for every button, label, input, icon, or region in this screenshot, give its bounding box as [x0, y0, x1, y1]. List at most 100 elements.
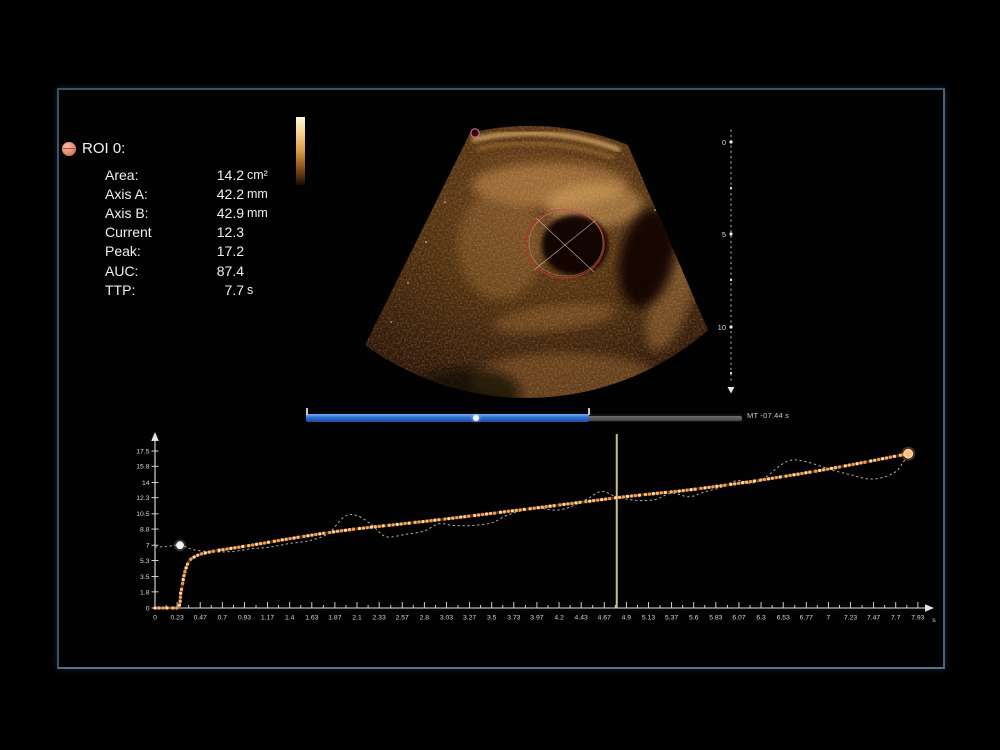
roi-row-label: AUC:: [105, 263, 200, 279]
roi-row-auc: AUC:87.4: [105, 261, 275, 280]
depth-cursor-arrow-icon: [728, 387, 735, 394]
roi-row-label: TTP:: [105, 282, 200, 298]
svg-text:17.5: 17.5: [136, 448, 149, 455]
roi-panel-header: ROI 0:: [62, 140, 125, 157]
screen: ROI 0: Area:14.2cm² Axis A:42.2mm Axis B…: [0, 0, 1000, 750]
roi-row-label: Peak:: [105, 243, 200, 259]
end-point-marker[interactable]: [901, 447, 915, 461]
roi-row-value: 14.2: [200, 167, 244, 183]
roi-measurements-panel: Area:14.2cm² Axis A:42.2mm Axis B:42.9mm…: [105, 165, 275, 299]
svg-text:6.07: 6.07: [732, 615, 745, 622]
svg-text:12.3: 12.3: [136, 495, 149, 502]
svg-text:3.5: 3.5: [140, 574, 150, 581]
roi-row-value: 7.7: [200, 282, 244, 298]
roi-row-ttp: TTP:7.7s: [105, 280, 275, 299]
svg-text:2.1: 2.1: [352, 615, 362, 622]
svg-text:3.5: 3.5: [487, 615, 497, 622]
svg-text:3.73: 3.73: [507, 615, 520, 622]
time-intensity-chart: s00.230.470.70.931.171.41.631.872.12.332…: [128, 426, 970, 650]
svg-text:4.9: 4.9: [622, 615, 632, 622]
depth-label-10: 10: [718, 323, 726, 332]
svg-text:6.53: 6.53: [777, 615, 790, 622]
svg-text:3.03: 3.03: [440, 615, 453, 622]
fit-curve-glow: [155, 454, 908, 608]
cine-loaded-range[interactable]: [306, 414, 589, 422]
roi-row-value: 42.2: [200, 186, 244, 202]
x-axis-tick-labels: 0 0.23 0.47 0.7 0.93 1.17 1.4 1.63 1.87 2.1 2.33 2.…: [153, 615, 925, 622]
gain-colorbar: [296, 117, 305, 185]
svg-text:7.93: 7.93: [911, 615, 924, 622]
svg-text:1.4: 1.4: [285, 615, 295, 622]
roi-row-value: 17.2: [200, 243, 244, 259]
roi-marker-icon: [62, 142, 76, 156]
ultrasound-image: [350, 90, 730, 410]
svg-text:4.67: 4.67: [598, 615, 611, 622]
depth-label-5: 5: [722, 230, 726, 239]
svg-text:5.37: 5.37: [665, 615, 678, 622]
roi-row-value: 42.9: [200, 205, 244, 221]
cine-timebar[interactable]: [306, 414, 742, 422]
cine-range-end-tick: [588, 408, 590, 415]
svg-text:3.97: 3.97: [530, 615, 543, 622]
current-point-marker[interactable]: [174, 539, 186, 551]
svg-text:8.8: 8.8: [140, 526, 150, 533]
cine-time-label: MT -07.44 s: [747, 411, 789, 420]
roi-row-unit: cm²: [247, 168, 275, 182]
svg-text:1.87: 1.87: [328, 615, 341, 622]
roi-row-label: Axis A:: [105, 186, 200, 202]
svg-text:0.7: 0.7: [218, 615, 228, 622]
depth-label-0: 0: [722, 138, 726, 147]
depth-ruler: 0 5 10: [712, 118, 748, 402]
roi-row-label: Area:: [105, 167, 200, 183]
svg-text:0.93: 0.93: [238, 615, 251, 622]
roi-row-area: Area:14.2cm²: [105, 165, 275, 184]
roi-row-unit: s: [247, 283, 275, 297]
svg-text:6.3: 6.3: [756, 615, 766, 622]
svg-text:2.57: 2.57: [396, 615, 409, 622]
lesion-region: [542, 215, 608, 275]
svg-text:4.43: 4.43: [575, 615, 588, 622]
svg-text:5.13: 5.13: [642, 615, 655, 622]
roi-title: ROI 0:: [82, 140, 125, 157]
svg-text:7.7: 7.7: [891, 615, 901, 622]
svg-text:10.5: 10.5: [136, 511, 149, 518]
svg-text:1.17: 1.17: [261, 615, 274, 622]
svg-text:7: 7: [827, 615, 831, 622]
svg-text:5.83: 5.83: [709, 615, 722, 622]
roi-row-label: Axis B:: [105, 205, 200, 221]
x-axis-unit-label: s: [932, 617, 936, 624]
svg-text:0: 0: [146, 605, 150, 612]
roi-row-value: 87.4: [200, 263, 244, 279]
roi-row-value: 12.3: [200, 224, 244, 240]
svg-text:0.23: 0.23: [171, 615, 184, 622]
svg-text:0.47: 0.47: [194, 615, 207, 622]
roi-row-unit: mm: [247, 187, 275, 201]
svg-text:15.8: 15.8: [136, 464, 149, 471]
svg-text:5.6: 5.6: [689, 615, 699, 622]
svg-text:7.47: 7.47: [867, 615, 880, 622]
chart-axes: [151, 432, 934, 612]
svg-text:5.3: 5.3: [140, 558, 150, 565]
x-axis-ticks: [155, 602, 918, 608]
svg-text:1.8: 1.8: [140, 589, 150, 596]
roi-row-peak: Peak:17.2: [105, 242, 275, 261]
svg-text:7: 7: [146, 543, 150, 550]
svg-text:7.23: 7.23: [844, 615, 857, 622]
roi-row-axis-a: Axis A:42.2mm: [105, 184, 275, 203]
roi-row-unit: mm: [247, 206, 275, 220]
svg-text:14: 14: [142, 480, 150, 487]
svg-text:0: 0: [153, 615, 157, 622]
roi-row-axis-b: Axis B:42.9mm: [105, 203, 275, 222]
svg-text:2.8: 2.8: [420, 615, 430, 622]
roi-row-current: Current12.3: [105, 223, 275, 242]
svg-text:4.2: 4.2: [554, 615, 564, 622]
raw-intensity-curve: [155, 456, 908, 553]
svg-text:2.33: 2.33: [373, 615, 386, 622]
svg-text:6.77: 6.77: [800, 615, 813, 622]
cine-range-start-tick: [306, 408, 308, 415]
probe-orientation-marker: [471, 129, 479, 137]
y-axis-tick-labels: 0 1.8 3.5 5.3 7 8.8 10.5 12.3 14 15.8 17.5: [136, 448, 149, 612]
svg-text:3.27: 3.27: [463, 615, 476, 622]
roi-row-label: Current: [105, 224, 200, 240]
svg-text:1.63: 1.63: [305, 615, 318, 622]
